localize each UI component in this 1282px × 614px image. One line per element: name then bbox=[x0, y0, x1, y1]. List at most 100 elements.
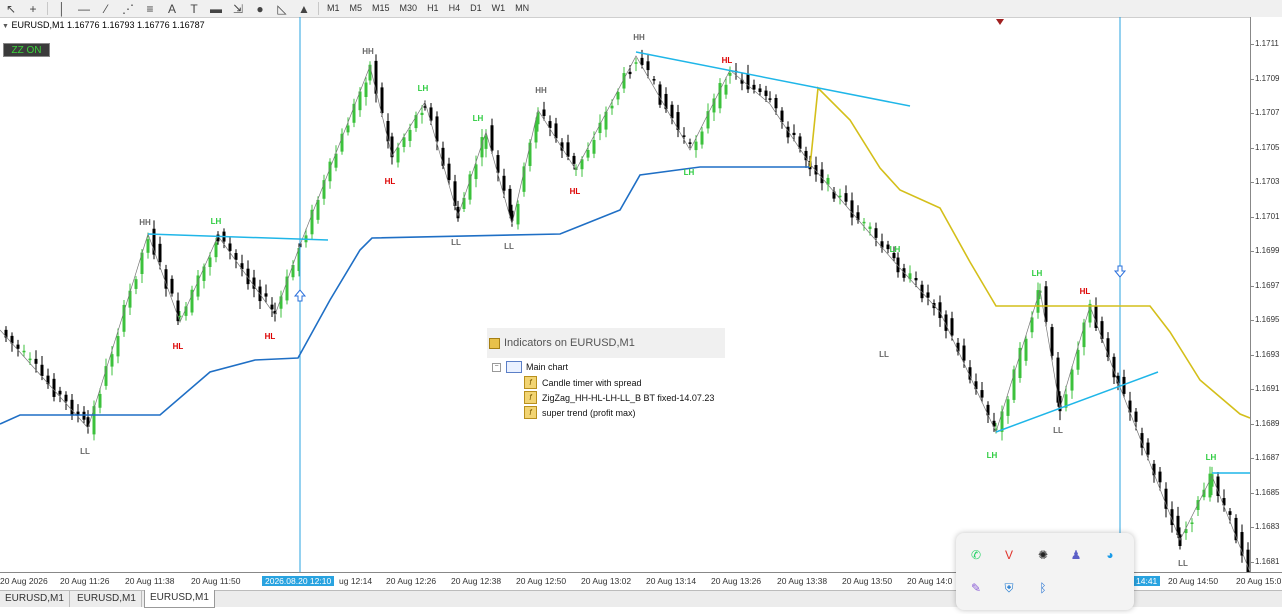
zz-on-button[interactable]: ZZ ON bbox=[3, 43, 50, 57]
tree-item-label: Candle timer with spread bbox=[542, 377, 642, 388]
collapse-arrow-icon[interactable]: ▼ bbox=[2, 23, 9, 30]
timeframe-h1[interactable]: H1 bbox=[422, 0, 444, 17]
candle-body bbox=[502, 175, 506, 191]
timeframe-h4[interactable]: H4 bbox=[444, 0, 466, 17]
candle-body bbox=[474, 164, 478, 180]
timeframe-m15[interactable]: M15 bbox=[367, 0, 395, 17]
timeframe-w1[interactable]: W1 bbox=[487, 0, 511, 17]
candle-body bbox=[435, 116, 439, 142]
price-label: 1.1707 bbox=[1255, 108, 1280, 117]
candle-body bbox=[728, 72, 732, 76]
up-arrow-icon[interactable]: ▲ bbox=[293, 0, 315, 17]
candle-body bbox=[658, 84, 662, 105]
candle-body bbox=[980, 390, 984, 398]
collapse-icon[interactable]: − bbox=[492, 362, 501, 372]
symbol-name: EURUSD,M1 bbox=[11, 20, 65, 30]
zigzag-label: LL bbox=[879, 350, 889, 359]
tree-item-main-chart[interactable]: − Main chart bbox=[492, 361, 568, 373]
zigzag-label: LH bbox=[211, 217, 222, 226]
candle-body bbox=[986, 404, 990, 416]
candle-body bbox=[1228, 511, 1232, 515]
candle-body bbox=[516, 203, 520, 225]
whatsapp-icon[interactable]: ✆ bbox=[966, 545, 986, 565]
candle-body bbox=[926, 292, 930, 298]
price-chart[interactable]: HH LH HL HL LL HH LH HL LH LL LL HH HL HH LH HL LH LL LH LH… bbox=[0, 17, 1250, 572]
text-icon[interactable]: A bbox=[161, 0, 183, 17]
time-label: 20 Aug 11:50 bbox=[191, 576, 241, 586]
tree-item-indicator[interactable]: f ZigZag_HH-HL-LH-LL_B BT fixed-14.07.23 bbox=[524, 391, 714, 404]
candle-body bbox=[1076, 349, 1080, 370]
zigzag-label: LH bbox=[473, 114, 484, 123]
price-label: 1.1697 bbox=[1255, 280, 1280, 290]
time-label: 20 Aug 13:38 bbox=[777, 576, 828, 586]
candle-body bbox=[158, 243, 162, 263]
tab-eurusd-m1-active[interactable]: EURUSD,M1 bbox=[144, 590, 215, 608]
tree-item-indicator[interactable]: f super trend (profit max) bbox=[524, 406, 636, 419]
vertical-line-icon[interactable]: │ bbox=[51, 0, 73, 17]
channel-icon[interactable]: ≡ bbox=[139, 0, 161, 17]
candle-body bbox=[484, 135, 488, 149]
tab-eurusd-m1[interactable]: EURUSD,M1 bbox=[0, 591, 70, 607]
candle-body bbox=[408, 129, 412, 141]
timeframe-m30[interactable]: M30 bbox=[395, 0, 423, 17]
price-label: 1.1689 bbox=[1255, 418, 1280, 428]
candle-body bbox=[862, 221, 866, 224]
price-label: 1.1687 bbox=[1255, 453, 1280, 462]
tree-item-indicator[interactable]: f Candle timer with spread bbox=[524, 376, 642, 389]
ellipse-icon[interactable]: ● bbox=[249, 0, 271, 17]
candle-body bbox=[652, 79, 656, 81]
price-label: 1.1681 bbox=[1255, 556, 1280, 566]
zigzag-label: HH bbox=[633, 33, 645, 42]
pen-icon[interactable]: ✎ bbox=[966, 578, 986, 598]
price-tick bbox=[1251, 527, 1254, 528]
teams-icon[interactable]: ♟ bbox=[1066, 545, 1086, 565]
arrow-dropdown-icon[interactable]: ⇲ bbox=[227, 0, 249, 17]
copilot-icon[interactable]: ◕ bbox=[1100, 545, 1120, 565]
candle-body bbox=[868, 226, 872, 229]
rectangle-icon[interactable]: ▬ bbox=[205, 0, 227, 17]
price-tick bbox=[1251, 44, 1254, 45]
candle-body bbox=[340, 133, 344, 152]
cursor-icon[interactable]: ↖ bbox=[0, 0, 22, 17]
triangle-icon[interactable]: ◺ bbox=[271, 0, 293, 17]
zigzag-label: LL bbox=[504, 242, 514, 251]
horizontal-line-icon[interactable]: — bbox=[73, 0, 95, 17]
candle-body bbox=[804, 150, 808, 161]
defender-icon[interactable]: ⛨ bbox=[999, 578, 1019, 598]
zigzag-label: HH bbox=[139, 218, 151, 227]
candle-body bbox=[792, 132, 796, 136]
candle-body bbox=[92, 406, 96, 435]
trendline-icon[interactable]: ⁄ bbox=[95, 0, 117, 17]
timeframe-m1[interactable]: M1 bbox=[322, 0, 345, 17]
tab-eurusd-m1[interactable]: EURUSD,M1 bbox=[72, 591, 142, 607]
price-axis[interactable]: 1.1711 1.1709 1.1707 1.1705 1.1703 1.1701 1.16… bbox=[1250, 17, 1282, 572]
vivaldi-icon[interactable]: V bbox=[999, 545, 1019, 565]
candle-body bbox=[850, 200, 854, 218]
indicators-panel-header: Indicators on EURUSD,M1 bbox=[487, 328, 725, 358]
candle-body bbox=[1050, 327, 1054, 356]
price-label: 1.1711 bbox=[1255, 39, 1279, 48]
candle-body bbox=[420, 112, 424, 116]
timeframe-d1[interactable]: D1 bbox=[465, 0, 487, 17]
candle-body bbox=[682, 135, 686, 137]
bluetooth-icon[interactable]: ᛒ bbox=[1033, 578, 1053, 598]
price-tick bbox=[1251, 285, 1254, 287]
price-label: 1.1695 bbox=[1255, 315, 1280, 324]
candle-body bbox=[724, 84, 728, 95]
candle-body bbox=[316, 199, 320, 220]
crosshair-icon[interactable]: + bbox=[22, 0, 44, 17]
time-label: ug 12:14 bbox=[339, 576, 373, 586]
candle-body bbox=[490, 125, 494, 151]
timeframe-mn[interactable]: MN bbox=[510, 0, 534, 17]
chatgpt-icon[interactable]: ✺ bbox=[1033, 545, 1053, 565]
zigzag-label: HH bbox=[535, 86, 547, 95]
price-label: 1.1691 bbox=[1255, 384, 1280, 393]
trendline bbox=[635, 51, 911, 107]
indicators-panel: Indicators on EURUSD,M1 − Main chart f C… bbox=[487, 328, 725, 425]
fibonacci-icon[interactable]: ⋰ bbox=[117, 0, 139, 17]
timeframe-m5[interactable]: M5 bbox=[345, 0, 368, 17]
price-label: 1.1683 bbox=[1255, 522, 1280, 531]
price-tick bbox=[1251, 251, 1254, 252]
text-label-icon[interactable]: T bbox=[183, 0, 205, 17]
toolbar-separator bbox=[47, 2, 48, 15]
